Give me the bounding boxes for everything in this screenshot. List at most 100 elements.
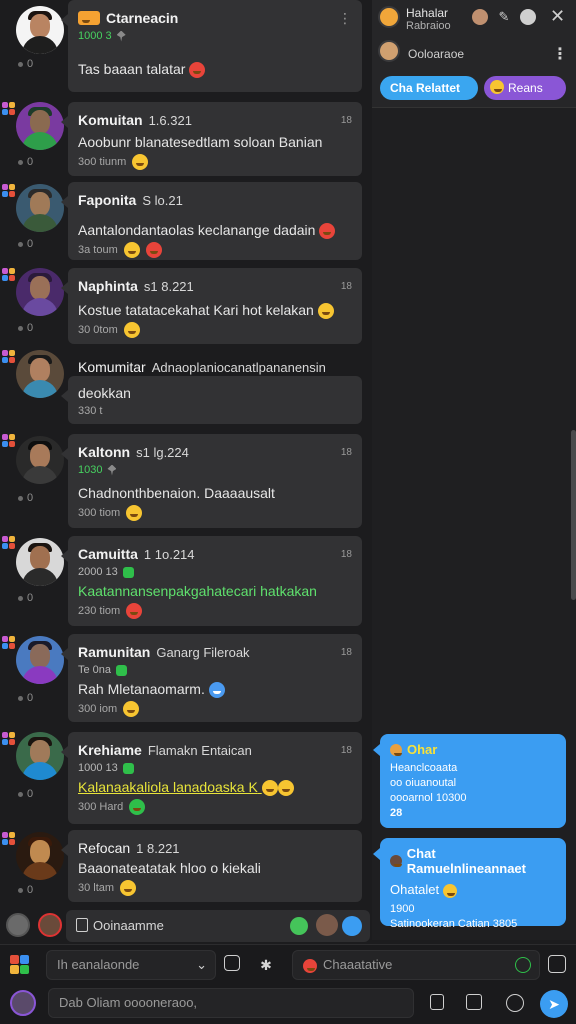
bubble-line: 1900	[390, 902, 415, 915]
scrollbar[interactable]	[571, 430, 576, 600]
pin-icon	[107, 464, 117, 476]
sender-name: Komuitan	[78, 112, 143, 128]
more-icon[interactable]: ⋮	[338, 10, 352, 27]
side-count: 0	[18, 58, 33, 70]
message-feed[interactable]: 0 Ctarneacin ⋮ 1000 3 Tas baaan talatar …	[0, 0, 368, 905]
composer-row-bottom: Dab Oliam ooooneraoo, ➤	[0, 984, 576, 1024]
quick-input[interactable]: Ooinaamme	[66, 910, 370, 942]
message-item[interactable]: 0 Camuitta 1 1o.214 18 2000 13 Kaatannanse…	[0, 534, 368, 630]
sender-name: Refocan	[78, 840, 131, 856]
message-text: Kostue tatatacekahat Kari hot kelakan	[78, 302, 314, 318]
side-count: 0	[18, 884, 33, 896]
timestamp: s1 lg.224	[136, 444, 189, 460]
mic-icon[interactable]: ✎	[496, 9, 512, 25]
emoji-picker-icon[interactable]	[548, 955, 566, 973]
header-bubble[interactable]: Ctarneacin ⋮ 1000 3 Tas baaan talatar	[61, 0, 362, 92]
emoji-icon[interactable]	[123, 322, 140, 339]
message-input[interactable]: Dab Oliam ooooneraoo,	[48, 988, 414, 1018]
avatar[interactable]	[16, 732, 64, 780]
emoji-icon[interactable]	[123, 242, 140, 259]
settings-icon[interactable]: ✱	[256, 955, 276, 975]
avatar[interactable]	[378, 40, 400, 62]
message-item[interactable]: 0 Naphinta s1 8.221 18 Kostue tatatacekaha…	[0, 266, 368, 346]
share-icon[interactable]	[342, 916, 362, 936]
avatar[interactable]	[16, 436, 64, 484]
message-item[interactable]: 0 Ramunitan Ganarg Fileroak 18 Te 0na Rah …	[0, 634, 368, 726]
app-grid-icon	[2, 184, 16, 200]
emoji-icon[interactable]	[123, 701, 140, 718]
message-item[interactable]: 0 Komuitan 1.6.321 18 Aoobunr blanatesedtl…	[0, 100, 368, 180]
avatar[interactable]	[16, 6, 64, 54]
timestamp: s1 8.221	[143, 278, 194, 294]
media-icon[interactable]	[520, 9, 536, 25]
avatar[interactable]	[16, 268, 64, 316]
avatar-icon	[390, 855, 402, 867]
message-item[interactable]: 0 Faponita S lo.21 Aantalondantaolas kecl…	[0, 182, 368, 264]
sender-name: Ramunitan	[78, 644, 151, 660]
app-logo-icon[interactable]	[10, 955, 30, 975]
message-text: Kaatannansenpakgahatecari hatkakan	[78, 583, 317, 599]
count-badge: 18	[340, 114, 352, 126]
avatar[interactable]	[16, 184, 64, 232]
emoji-icon[interactable]	[126, 603, 143, 619]
avatar[interactable]	[472, 9, 488, 25]
avatar[interactable]	[10, 990, 36, 1016]
timestamp: 1.6.321	[148, 112, 192, 128]
contact-row[interactable]: Ooloaraoe	[408, 47, 464, 61]
message-item[interactable]: 0 Krehiame Flamakn Entaican 18 1000 13 Kal…	[0, 730, 368, 828]
verified-icon	[122, 762, 134, 774]
avatar[interactable]	[16, 538, 64, 586]
avatar[interactable]	[16, 102, 64, 150]
attach-icon[interactable]	[430, 994, 444, 1010]
chat-related-tab[interactable]: Cha Relattet	[380, 76, 478, 100]
status-text: 1000 13	[78, 762, 118, 774]
timestamp: Adnaoplaniocanatlpananensin	[151, 359, 326, 375]
count-badge: 18	[340, 446, 352, 458]
chat-bubble[interactable]: Ohar Heanclcoaata oo oiuanoutal oooarnol…	[373, 734, 566, 828]
search-input[interactable]: Chaaatative	[292, 950, 540, 980]
message-meta: 30 0tom	[78, 324, 118, 337]
avatar[interactable]	[38, 913, 62, 937]
message-item[interactable]: Komumitar Adnaoplaniocanatlpananensin deo…	[0, 348, 368, 428]
side-count: 0	[18, 322, 33, 334]
flame-icon	[78, 11, 100, 25]
sender-name: Faponita	[78, 192, 137, 208]
emoji-icon	[261, 780, 278, 797]
emoji-icon[interactable]	[129, 799, 146, 816]
emoji-icon[interactable]	[132, 154, 149, 170]
avatar[interactable]	[378, 6, 400, 28]
reans-tab[interactable]: Reans	[484, 76, 566, 100]
message-item[interactable]: 0 Refocan 1 8.221 Baaonateatatak hloo o k…	[0, 830, 368, 905]
channel-select[interactable]: Ih eanalaonde ⌄	[46, 950, 216, 980]
sticker-icon[interactable]	[224, 955, 240, 971]
more-icon[interactable]: ⋮	[552, 44, 568, 64]
clock-icon[interactable]	[506, 994, 524, 1012]
emoji-icon[interactable]	[145, 242, 162, 259]
emoji-icon	[189, 62, 206, 79]
avatar[interactable]	[16, 636, 64, 684]
search-placeholder: Chaaatative	[323, 957, 393, 972]
sender-name: Naphinta	[78, 278, 138, 294]
app-grid-icon	[2, 636, 16, 652]
emoji-icon[interactable]	[126, 505, 143, 521]
avatar[interactable]	[316, 914, 338, 936]
avatar[interactable]	[16, 832, 64, 880]
send-button[interactable]: ➤	[540, 990, 568, 1018]
emoji-icon[interactable]	[290, 917, 308, 935]
emoji-icon[interactable]	[120, 880, 137, 896]
bubble-line: Ohatalet	[390, 882, 440, 897]
emoji-icon	[490, 80, 504, 94]
emoji-icon	[317, 303, 334, 320]
chat-bubble[interactable]: Chat Ramuelnlineannaet Ohatalet 1900 Sat…	[373, 838, 566, 930]
bubble-line: Satinookeran Catian 3805	[390, 917, 518, 930]
message-item[interactable]: 0 Kaltonn s1 lg.224 18 1030 Chadnonthbenai…	[0, 432, 368, 530]
side-count: 0	[18, 788, 33, 800]
close-icon[interactable]: ✕	[550, 6, 565, 27]
tools-icon[interactable]	[6, 913, 30, 937]
sender-name: Kaltonn	[78, 444, 131, 460]
timestamp: Flamakn Entaican	[147, 742, 252, 758]
chevron-down-icon: ⌄	[196, 957, 207, 972]
avatar[interactable]	[16, 350, 64, 398]
refresh-icon[interactable]	[515, 957, 531, 973]
book-icon[interactable]	[466, 994, 482, 1010]
